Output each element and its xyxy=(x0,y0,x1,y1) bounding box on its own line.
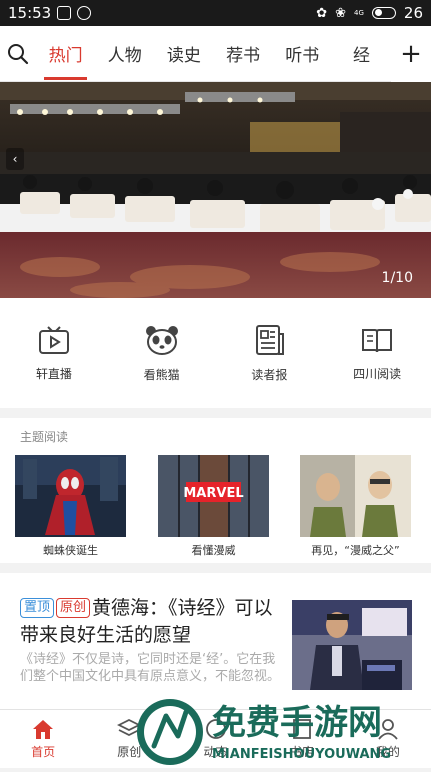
bottom-tab-activity[interactable]: 动态 xyxy=(172,710,258,768)
tab-hot[interactable]: 热门 xyxy=(36,26,95,82)
bottom-nav: 首页 原创 动态 书店 我的 xyxy=(0,709,431,768)
search-icon xyxy=(8,43,29,64)
plus-icon: + xyxy=(400,38,422,69)
theme-caption: 再见，“漫威之父” xyxy=(311,544,400,557)
theme-image xyxy=(15,455,126,537)
chevron-left-icon: ‹ xyxy=(12,152,18,166)
section-title: 主题阅读 xyxy=(20,430,69,444)
theme-card-spiderman[interactable]: 蜘蛛侠诞生 xyxy=(15,455,126,558)
pinned-badge: 置顶 xyxy=(20,598,55,618)
banner-carousel[interactable]: ‹ 1/10 xyxy=(0,82,431,298)
battery-icon xyxy=(371,7,396,19)
tv-play-icon xyxy=(38,325,69,354)
category-tabs: 热门 人物 读史 荐书 听书 经 xyxy=(36,26,391,82)
theme-caption: 蜘蛛侠诞生 xyxy=(43,544,98,557)
bottom-tab-original[interactable]: 原创 xyxy=(86,710,172,768)
quick-link-label: 读者报 xyxy=(251,367,288,382)
network-indicator: 4G xyxy=(354,9,364,17)
battery-level: 26 xyxy=(403,4,423,22)
theme-image: MARVEL xyxy=(158,455,269,537)
add-category-button[interactable]: + xyxy=(391,25,431,82)
quick-link-label: 轩直播 xyxy=(35,366,72,381)
banner-counter: 1/10 xyxy=(381,270,413,286)
theme-image xyxy=(300,455,411,537)
bottom-tab-label: 我的 xyxy=(375,745,400,759)
bottom-tab-label: 动态 xyxy=(203,745,228,759)
bottom-tab-bookstore[interactable]: 书店 xyxy=(259,710,345,768)
bottom-tab-label: 书店 xyxy=(289,745,314,759)
bottom-tab-profile[interactable]: 我的 xyxy=(345,710,431,768)
original-badge: 原创 xyxy=(56,598,91,618)
leaf-icon: ❀ xyxy=(335,5,347,21)
banner-image xyxy=(0,82,431,298)
status-time: 15:53 xyxy=(8,4,52,22)
quick-link-label: 看熊猫 xyxy=(143,367,180,382)
open-book-icon xyxy=(362,328,393,352)
tab-audiobook[interactable]: 听书 xyxy=(273,26,332,82)
article-title-block: 置顶 原创 黄德海：《诗经》可以带来良好生活的愿望 xyxy=(20,595,285,649)
theme-card-marvel[interactable]: MARVEL 看懂漫威 xyxy=(158,455,269,558)
tab-history[interactable]: 读史 xyxy=(154,26,213,82)
tab-classics[interactable]: 经 xyxy=(332,26,391,82)
article-summary: 《诗经》不仅是诗，它同时还是‘经’。它在我们整个中国文化中具有原点意义，不能忽视… xyxy=(20,652,281,684)
quick-link-reader-news[interactable]: 读者报 xyxy=(216,298,324,408)
search-button[interactable] xyxy=(0,26,36,82)
profile-icon xyxy=(378,719,398,740)
quick-link-live[interactable]: 轩直播 xyxy=(0,298,108,408)
bottom-tab-label: 首页 xyxy=(31,745,56,759)
theme-caption: 看懂漫威 xyxy=(191,544,236,557)
app-notification-icon: ✿ xyxy=(316,5,328,21)
check-circle-icon xyxy=(77,6,92,20)
banner-prev-button[interactable]: ‹ xyxy=(6,148,24,170)
theme-card-stan-lee[interactable]: 再见，“漫威之父” xyxy=(300,455,411,558)
newspaper-icon xyxy=(256,324,285,355)
article-thumbnail xyxy=(292,600,412,690)
tab-people[interactable]: 人物 xyxy=(95,26,154,82)
notification-icon xyxy=(57,6,72,20)
panda-icon xyxy=(145,325,178,355)
quick-links: 轩直播 看熊猫 读者报 四川阅读 xyxy=(0,298,431,408)
activity-icon xyxy=(205,719,226,739)
quick-link-sichuan-reading[interactable]: 四川阅读 xyxy=(323,298,431,408)
layers-icon xyxy=(117,718,142,737)
article-card[interactable]: 置顶 原创 黄德海：《诗经》可以带来良好生活的愿望 《诗经》不仅是诗，它同时还是‘经… xyxy=(0,573,431,709)
bottom-tab-label: 原创 xyxy=(117,745,142,759)
top-nav: 热门 人物 读史 荐书 听书 经 + xyxy=(0,25,431,82)
home-icon xyxy=(33,720,54,739)
bottom-tab-home[interactable]: 首页 xyxy=(0,710,86,768)
bookstore-icon xyxy=(292,719,311,739)
marvel-poster-text: MARVEL xyxy=(183,486,243,501)
quick-link-label: 四川阅读 xyxy=(353,366,402,381)
theme-reading-section: 主题阅读 蜘蛛侠诞生 MARVEL 看懂漫威 再见，“漫威之父” xyxy=(0,418,431,563)
quick-link-panda[interactable]: 看熊猫 xyxy=(108,298,216,408)
status-bar: 15:53 ✿ ❀ 4G 26 xyxy=(0,0,431,26)
tab-book-recommend[interactable]: 荐书 xyxy=(214,26,273,82)
